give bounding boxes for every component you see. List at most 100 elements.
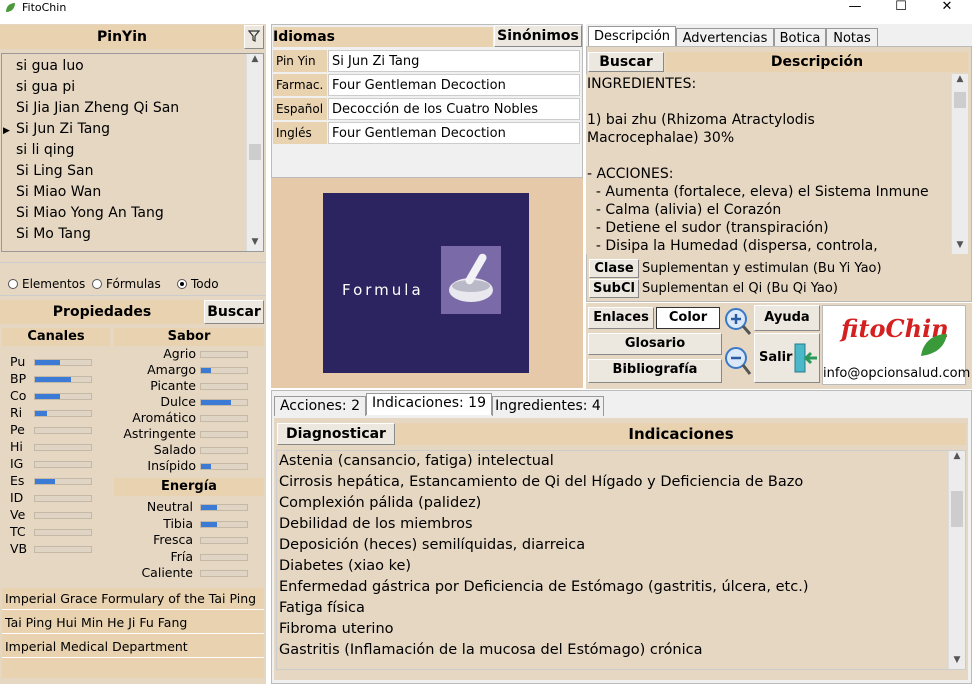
list-item[interactable]: Si Jun Zi Tang [16,121,110,137]
list-item[interactable]: si gua luo [16,58,84,74]
scroll-thumb[interactable] [249,144,261,160]
bottom-tabs: Acciones: 2 Indicaciones: 19 Ingredientes:… [274,393,674,417]
energia-header: Energía [114,478,264,496]
bottom-tab[interactable]: Indicaciones: 19 [366,393,492,415]
list-item[interactable]: Si Miao Yong An Tang [16,205,164,221]
window-title: FitoChin [22,1,67,14]
indication-item[interactable]: Cirrosis hepática, Estancamiento de Qi d… [279,474,803,490]
leaf-logo-icon [921,334,947,356]
meter-bar [200,367,248,374]
indication-item[interactable]: Diabetes (xiao ke) [279,558,411,574]
meter-fill [201,400,231,405]
tab-advertencias[interactable]: Advertencias [676,28,774,48]
indications-scrollbar[interactable]: ▲ ▼ [948,451,965,669]
meter-bar [200,383,248,390]
description-line: - Calma (alivia) el Corazón [587,202,782,218]
scroll-up-icon[interactable]: ▲ [952,74,968,88]
language-value[interactable]: Four Gentleman Decoction [328,122,580,144]
description-line: Macrocephalae) 30% [587,130,735,146]
app-leaf-icon [6,3,15,12]
scroll-thumb[interactable] [951,491,963,527]
properties-search-button[interactable]: Buscar [204,300,264,324]
indication-item[interactable]: Enfermedad gástrica por Deficiencia de E… [279,579,808,595]
description-line: - ACCIONES: [587,166,674,182]
source-item[interactable]: Tai Ping Hui Min He Ji Fu Fang [2,612,264,634]
indications-list[interactable]: ▲ ▼ Astenia (cansancio, fatiga) intelect… [276,450,966,670]
list-scrollbar[interactable]: ▲ ▼ [246,54,263,251]
bottom-tab[interactable]: Acciones: 2 [274,396,366,416]
meter-label: Fresca [153,532,193,547]
color-button[interactable]: Color [656,307,720,329]
radio-todo[interactable]: Todo [177,277,219,291]
filter-button[interactable] [244,25,264,49]
list-item[interactable]: Si Jia Jian Zheng Qi San [16,100,179,116]
meter-label: Es [10,473,25,488]
synonyms-button[interactable]: Sinónimos [494,25,582,47]
language-label: Farmac. [273,74,327,96]
minimize-button[interactable]: — [832,0,878,16]
bibliografia-button[interactable]: Bibliografía [588,359,722,383]
tab-descripción[interactable]: Descripción [588,26,676,48]
scroll-up-icon[interactable]: ▲ [949,451,965,465]
close-button[interactable]: ✕ [924,0,970,16]
meter-bar [200,520,248,528]
mortar-pestle-icon [441,246,501,314]
list-item[interactable]: si gua pi [16,79,75,95]
canales-header: Canales [2,328,110,346]
pinyin-list[interactable]: ▲ ▼ si gua luo si gua pi Si Jia Jian Zheng… [1,53,264,252]
radio-elementos[interactable]: Elementos [8,277,85,291]
meter-fill [201,521,218,527]
radio-formulas[interactable]: Fórmulas [92,277,161,291]
maximize-button[interactable]: ☐ [878,0,924,16]
description-search-button[interactable]: Buscar [588,52,664,72]
glosario-button[interactable]: Glosario [588,333,722,355]
formula-image: Formula [323,193,529,373]
language-value[interactable]: Si Jun Zi Tang [328,50,580,72]
meter-bar [200,463,248,470]
list-item[interactable]: Si Miao Wan [16,184,101,200]
indication-item[interactable]: Debilidad de los miembros [279,516,473,532]
zoom-out-icon[interactable] [724,346,752,378]
indication-item[interactable]: Fibroma uterino [279,621,394,637]
indication-item[interactable]: Astenia (cansancio, fatiga) intelectual [279,453,554,469]
meter-label: Amargo [147,362,196,377]
description-line: - Aumenta (fortalece, eleva) el Sistema … [587,184,929,200]
meter-fill [201,505,218,510]
sabor-header: Sabor [114,328,264,346]
scroll-down-icon[interactable]: ▼ [949,655,965,669]
indication-item[interactable]: Fatiga física [279,600,365,616]
scroll-down-icon[interactable]: ▼ [247,237,263,251]
source-item[interactable]: Imperial Medical Department [2,636,264,658]
language-value[interactable]: Four Gentleman Decoction [328,74,580,96]
logo-panel: fitoChin info@opcionsalud.com [822,305,970,385]
description-text[interactable]: ▲ ▼ INGREDIENTES: 1) bai zhu (Rhizoma Atr… [586,74,968,254]
zoom-in-icon[interactable] [724,307,752,337]
funnel-icon [247,30,261,42]
indication-item[interactable]: Complexión pálida (palidez) [279,495,481,511]
scroll-thumb[interactable] [954,92,966,108]
scroll-down-icon[interactable]: ▼ [952,240,968,254]
meter-bar [200,504,248,511]
enlaces-button[interactable]: Enlaces [588,307,654,329]
list-item[interactable]: Si Mo Tang [16,226,91,242]
list-item[interactable]: Si Ling San [16,163,93,179]
description-line: 1) bai zhu (Rhizoma Atractylodis [587,112,815,128]
meter-bar [200,351,248,358]
language-value[interactable]: Decocción de los Cuatro Nobles [328,98,580,120]
tab-botica[interactable]: Botica [774,28,826,48]
meter-label: Tibia [163,515,193,531]
indication-item[interactable]: Deposición (heces) semilíquidas, diarrei… [279,537,585,553]
scroll-up-icon[interactable]: ▲ [247,54,263,68]
description-scrollbar[interactable]: ▲ ▼ [951,74,968,254]
salir-button[interactable]: Salir [754,333,820,383]
indication-item[interactable]: Gastritis (Inflamación de la mucosa del … [279,642,702,658]
meter-fill [201,368,212,373]
ayuda-button[interactable]: Ayuda [754,305,820,331]
source-item[interactable]: Imperial Grace Formulary of the Tai Ping [2,588,264,610]
list-item[interactable]: si li qing [16,142,74,158]
sources-list: Imperial Grace Formulary of the Tai Ping… [2,588,264,678]
title-bar: FitoChin — ☐ ✕ [0,0,973,16]
diagnose-button[interactable]: Diagnosticar [277,423,395,445]
tab-notas[interactable]: Notas [826,28,878,48]
bottom-tab[interactable]: Ingredientes: 4 [492,396,604,416]
